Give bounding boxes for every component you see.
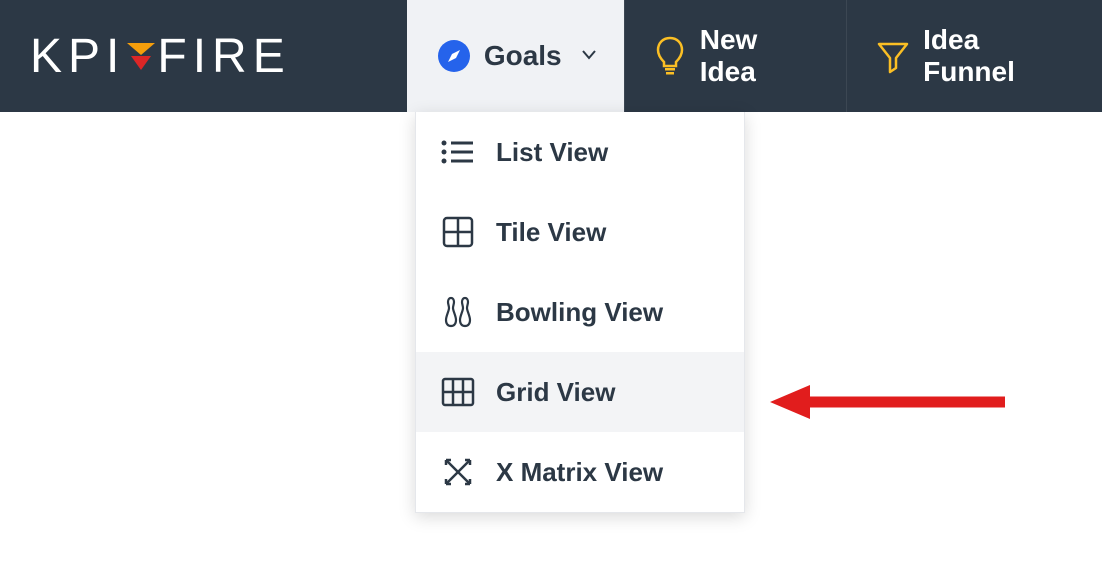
dropdown-item-grid-view[interactable]: Grid View (416, 352, 744, 432)
dropdown-item-tile-view[interactable]: Tile View (416, 192, 744, 272)
nav-new-idea[interactable]: New Idea (624, 0, 846, 112)
logo[interactable]: KPI FIRE (0, 0, 407, 112)
goals-dropdown: List View Tile View Bowling View (415, 112, 745, 513)
navbar: KPI FIRE Goals (0, 0, 1102, 112)
dropdown-item-list-view[interactable]: List View (416, 112, 744, 192)
dropdown-item-label: Grid View (496, 377, 615, 408)
dropdown-item-label: Bowling View (496, 297, 663, 328)
dropdown-item-bowling-view[interactable]: Bowling View (416, 272, 744, 352)
nav-new-idea-label: New Idea (700, 24, 818, 88)
logo-text-after: FIRE (157, 29, 290, 84)
nav-idea-funnel[interactable]: Idea Funnel (846, 0, 1102, 112)
xmatrix-icon (440, 454, 476, 490)
dropdown-item-label: X Matrix View (496, 457, 663, 488)
funnel-icon (875, 38, 911, 74)
tile-icon (440, 214, 476, 250)
logo-triangle-icon (127, 43, 155, 70)
bowling-icon (440, 294, 476, 330)
nav-goals-label: Goals (484, 40, 562, 72)
grid-icon (440, 374, 476, 410)
dropdown-item-label: List View (496, 137, 608, 168)
nav-idea-funnel-label: Idea Funnel (923, 24, 1074, 88)
logo-text-before: KPI (30, 29, 125, 84)
dropdown-item-label: Tile View (496, 217, 606, 248)
lightbulb-icon (653, 38, 688, 74)
dropdown-item-xmatrix-view[interactable]: X Matrix View (416, 432, 744, 512)
chevron-down-icon (582, 47, 596, 65)
compass-icon (436, 38, 472, 74)
list-icon (440, 134, 476, 170)
nav-goals[interactable]: Goals (407, 0, 624, 112)
arrow-annotation (770, 382, 1010, 427)
